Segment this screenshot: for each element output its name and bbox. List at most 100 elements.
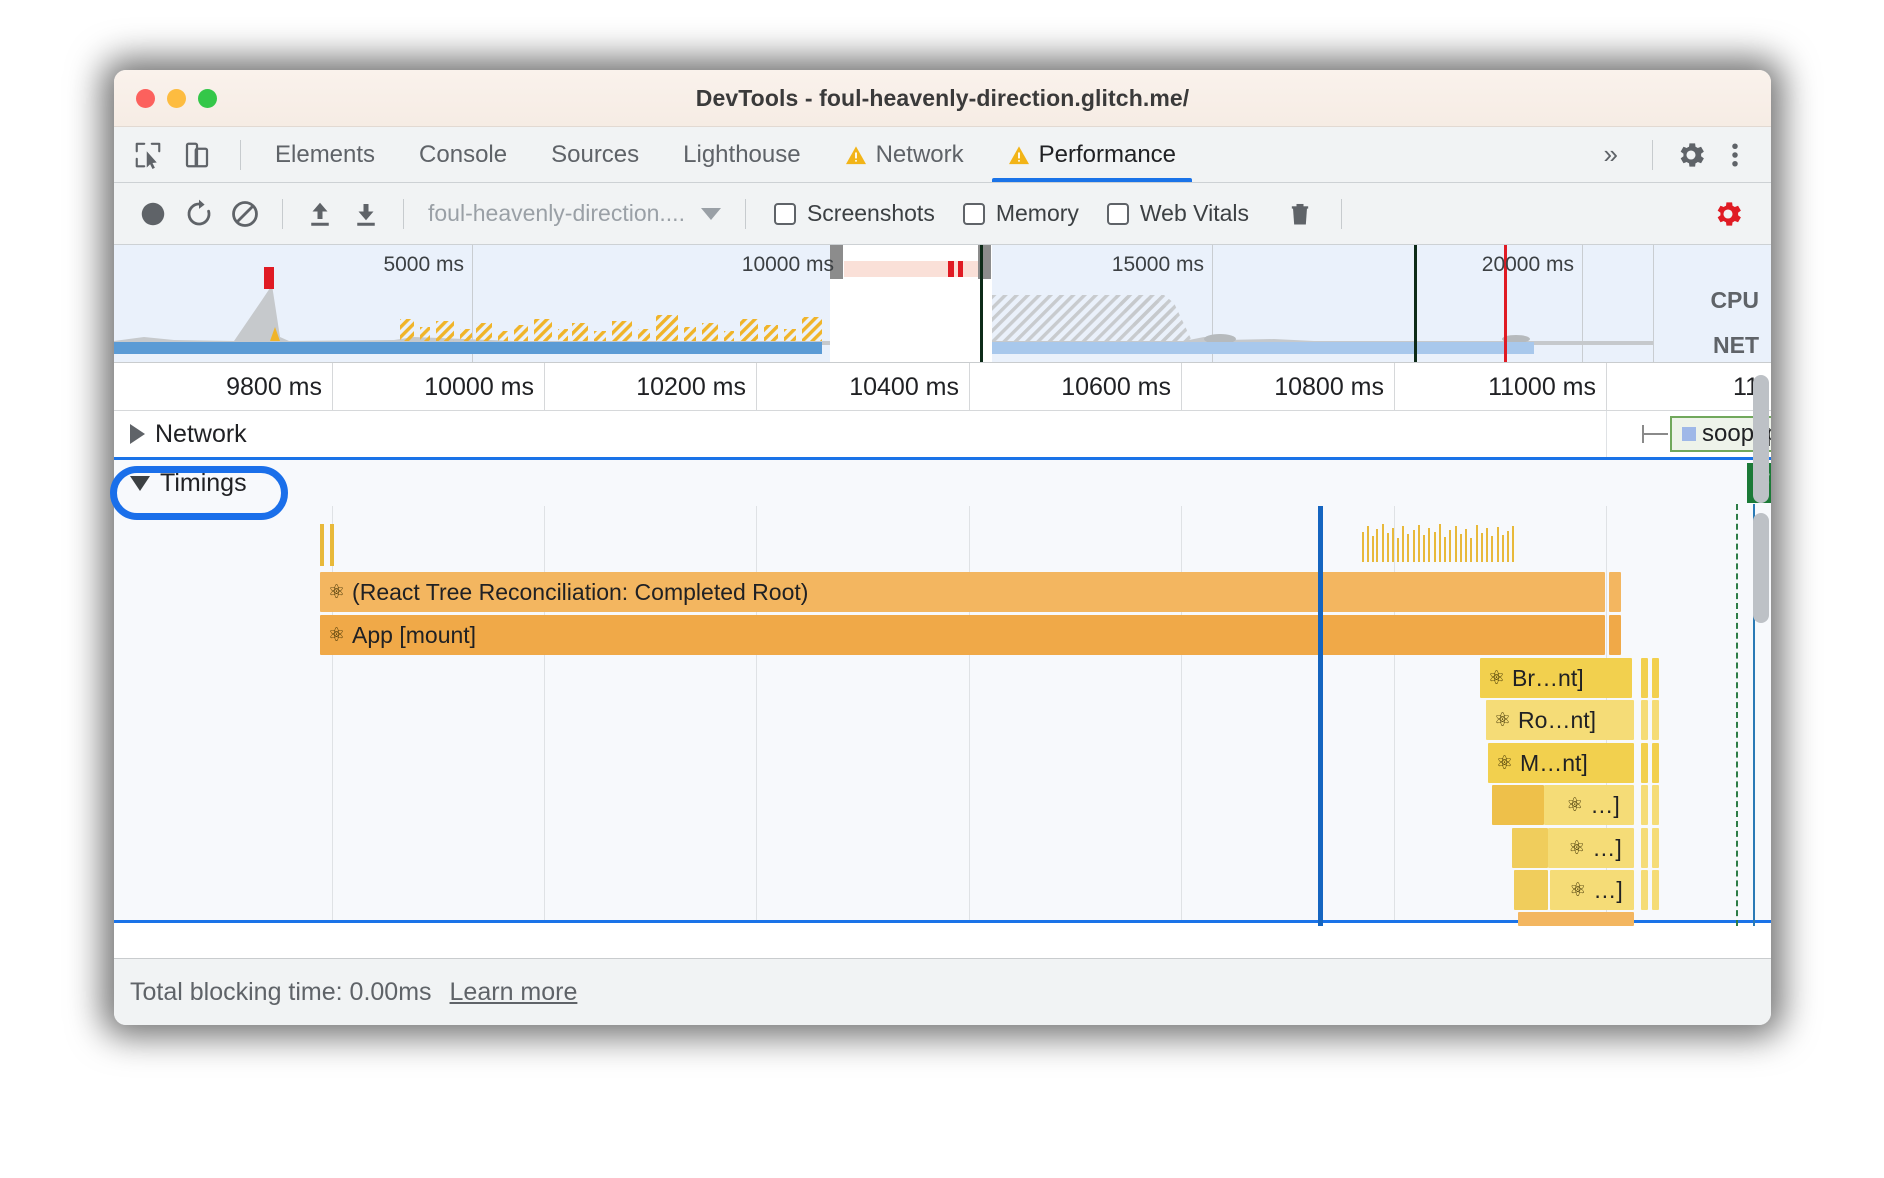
tab-label: Elements xyxy=(275,140,376,168)
overview-green-marker-line xyxy=(980,245,983,362)
flame-bar-depth4-tail-b[interactable] xyxy=(1652,743,1659,783)
checkbox-label: Screenshots xyxy=(806,200,935,226)
flame-bar-depth3-tail-b[interactable] xyxy=(1652,700,1659,740)
device-toolbar-icon[interactable] xyxy=(179,137,215,173)
more-tabs-icon[interactable]: » xyxy=(1590,139,1632,170)
timeline-overview[interactable]: CPU NET 5000 ms 10000 ms 15000 ms 20000 … xyxy=(114,245,1771,363)
tab-label: Console xyxy=(419,140,508,168)
track-list: Network soop.jpg (sto Timings xyxy=(114,411,1771,926)
vertical-scrollbar-thumb[interactable] xyxy=(1753,375,1769,503)
vertical-scrollbar-thumb-2[interactable] xyxy=(1753,513,1769,623)
flame-bar-react-tree-reconciliation[interactable]: ⚛ (React Tree Reconciliation: Completed … xyxy=(320,572,1605,612)
flame-bar-depth5-tail-b[interactable] xyxy=(1652,785,1659,825)
more-options-kebab-icon[interactable] xyxy=(1717,137,1753,173)
tab-elements[interactable]: Elements xyxy=(253,127,397,182)
web-vitals-checkbox[interactable]: Web Vitals xyxy=(1093,200,1263,227)
url-select[interactable]: foul-heavenly-direction.... xyxy=(418,200,731,227)
url-select-value: foul-heavenly-direction.... xyxy=(428,200,685,226)
flame-bar-depth5-left[interactable] xyxy=(1492,785,1544,825)
tab-label: Network xyxy=(875,140,964,168)
flame-bar-depth5-tail-a[interactable] xyxy=(1641,785,1648,825)
checkbox-label: Memory xyxy=(995,200,1079,226)
tabbar-right-icons: » xyxy=(1590,137,1771,173)
ruler-tick: 10000 ms xyxy=(424,373,534,401)
screenshots-checkbox[interactable]: Screenshots xyxy=(760,200,949,227)
flame-bar-depth7-tail-b[interactable] xyxy=(1652,870,1659,910)
flame-bar-memory-router-mount[interactable]: ⚛ M…nt] xyxy=(1488,743,1634,783)
flame-bar-depth6-tail-b[interactable] xyxy=(1652,828,1659,868)
flame-bar-depth3-tail-a[interactable] xyxy=(1641,700,1648,740)
flame-bar-depth2-tail-a[interactable] xyxy=(1641,658,1648,698)
record-button[interactable] xyxy=(130,193,176,235)
ruler-tick: 10200 ms xyxy=(636,373,746,401)
maximize-window-button[interactable] xyxy=(198,88,217,108)
toolbar-divider-1 xyxy=(282,198,283,229)
toolbar-divider-3 xyxy=(744,198,746,229)
net-lane-label: NET xyxy=(1713,332,1759,358)
flame-bar-label: Ro…nt] xyxy=(1518,706,1597,733)
flame-bar-label: App [mount] xyxy=(352,621,477,648)
capture-settings-gear-icon[interactable] xyxy=(1705,193,1751,235)
checkbox-box xyxy=(1106,202,1129,225)
tab-sources[interactable]: Sources xyxy=(529,127,661,182)
react-atom-icon: ⚛ xyxy=(1488,667,1506,689)
react-atom-icon: ⚛ xyxy=(328,581,346,603)
collect-garbage-icon[interactable] xyxy=(1277,193,1323,235)
traffic-lights xyxy=(136,88,217,108)
flame-bar-depth7[interactable]: ⚛ …] xyxy=(1550,870,1634,910)
overview-tick: 10000 ms xyxy=(741,253,834,276)
flame-bar-depth6-left[interactable] xyxy=(1512,828,1548,868)
track-header-network[interactable]: Network xyxy=(114,411,1771,457)
flame-bar-depth5[interactable]: ⚛ …] xyxy=(1544,785,1634,825)
react-atom-icon: ⚛ xyxy=(328,624,346,646)
ruler-tick: 10800 ms xyxy=(1274,373,1384,401)
flame-bar-label: Br…nt] xyxy=(1512,664,1584,691)
flame-bar-app-mount[interactable]: ⚛ App [mount] xyxy=(320,615,1605,655)
tab-list: Elements Console Sources Lighthouse Netw… xyxy=(253,127,1198,182)
minimize-window-button[interactable] xyxy=(167,88,186,108)
learn-more-link[interactable]: Learn more xyxy=(450,978,578,1007)
flame-bar-react-tree-tail[interactable] xyxy=(1609,572,1621,612)
tab-lighthouse[interactable]: Lighthouse xyxy=(661,127,822,182)
overview-tick: 5000 ms xyxy=(383,253,464,276)
flame-bar-depth4-tail-a[interactable] xyxy=(1641,743,1648,783)
ruler-tick: 11000 ms xyxy=(1488,373,1596,401)
flame-bar-browser-router-mount[interactable]: ⚛ Br…nt] xyxy=(1480,658,1632,698)
track-header-timings[interactable]: Timings xyxy=(114,460,1771,506)
checkbox-label: Web Vitals xyxy=(1139,200,1249,226)
timings-track-panel[interactable]: Timings FP FCP xyxy=(114,457,1771,926)
overview-lane-labels: CPU NET xyxy=(1653,245,1771,362)
load-profile-icon[interactable] xyxy=(297,193,343,235)
tabbar-divider xyxy=(240,139,241,170)
close-window-button[interactable] xyxy=(136,88,155,108)
flame-bar-depth6-tail-a[interactable] xyxy=(1641,828,1648,868)
overview-tick: 20000 ms xyxy=(1481,253,1574,276)
flame-bar-label: …] xyxy=(1590,791,1620,818)
inspect-element-icon[interactable] xyxy=(130,137,166,173)
flame-bar-router-mount[interactable]: ⚛ Ro…nt] xyxy=(1486,700,1634,740)
network-track-row[interactable]: Network soop.jpg (sto xyxy=(114,411,1771,457)
memory-checkbox[interactable]: Memory xyxy=(949,200,1093,227)
flame-bar-label: M…nt] xyxy=(1520,749,1588,776)
tab-label: Performance xyxy=(1038,140,1177,168)
tab-console[interactable]: Console xyxy=(397,127,529,182)
flame-bar-depth7-left[interactable] xyxy=(1514,870,1548,910)
flame-bar-depth2-tail-b[interactable] xyxy=(1652,658,1659,698)
tab-performance[interactable]: Performance xyxy=(986,127,1198,182)
tab-network[interactable]: Network xyxy=(823,127,986,182)
reload-and-record-button[interactable] xyxy=(176,193,222,235)
flame-bar-depth8-partial[interactable] xyxy=(1518,912,1634,926)
flame-bar-depth7-tail-a[interactable] xyxy=(1641,870,1648,910)
overview-selection-window[interactable] xyxy=(830,245,992,362)
timeline-ruler: 9800 ms 10000 ms 10200 ms 10400 ms 10600… xyxy=(114,363,1771,411)
flame-bar-label: …] xyxy=(1592,834,1622,861)
settings-gear-icon[interactable] xyxy=(1673,137,1709,173)
flame-bar-depth6[interactable]: ⚛ …] xyxy=(1548,828,1634,868)
chevron-right-icon xyxy=(130,424,145,444)
flame-bar-app-mount-tail[interactable] xyxy=(1609,615,1621,655)
window-titlebar: DevTools - foul-heavenly-direction.glitc… xyxy=(114,70,1771,127)
react-atom-icon: ⚛ xyxy=(1494,709,1512,731)
flame-chart-area[interactable]: 9800 ms 10000 ms 10200 ms 10400 ms 10600… xyxy=(114,363,1771,959)
clear-recording-button[interactable] xyxy=(222,193,268,235)
save-profile-icon[interactable] xyxy=(343,193,389,235)
